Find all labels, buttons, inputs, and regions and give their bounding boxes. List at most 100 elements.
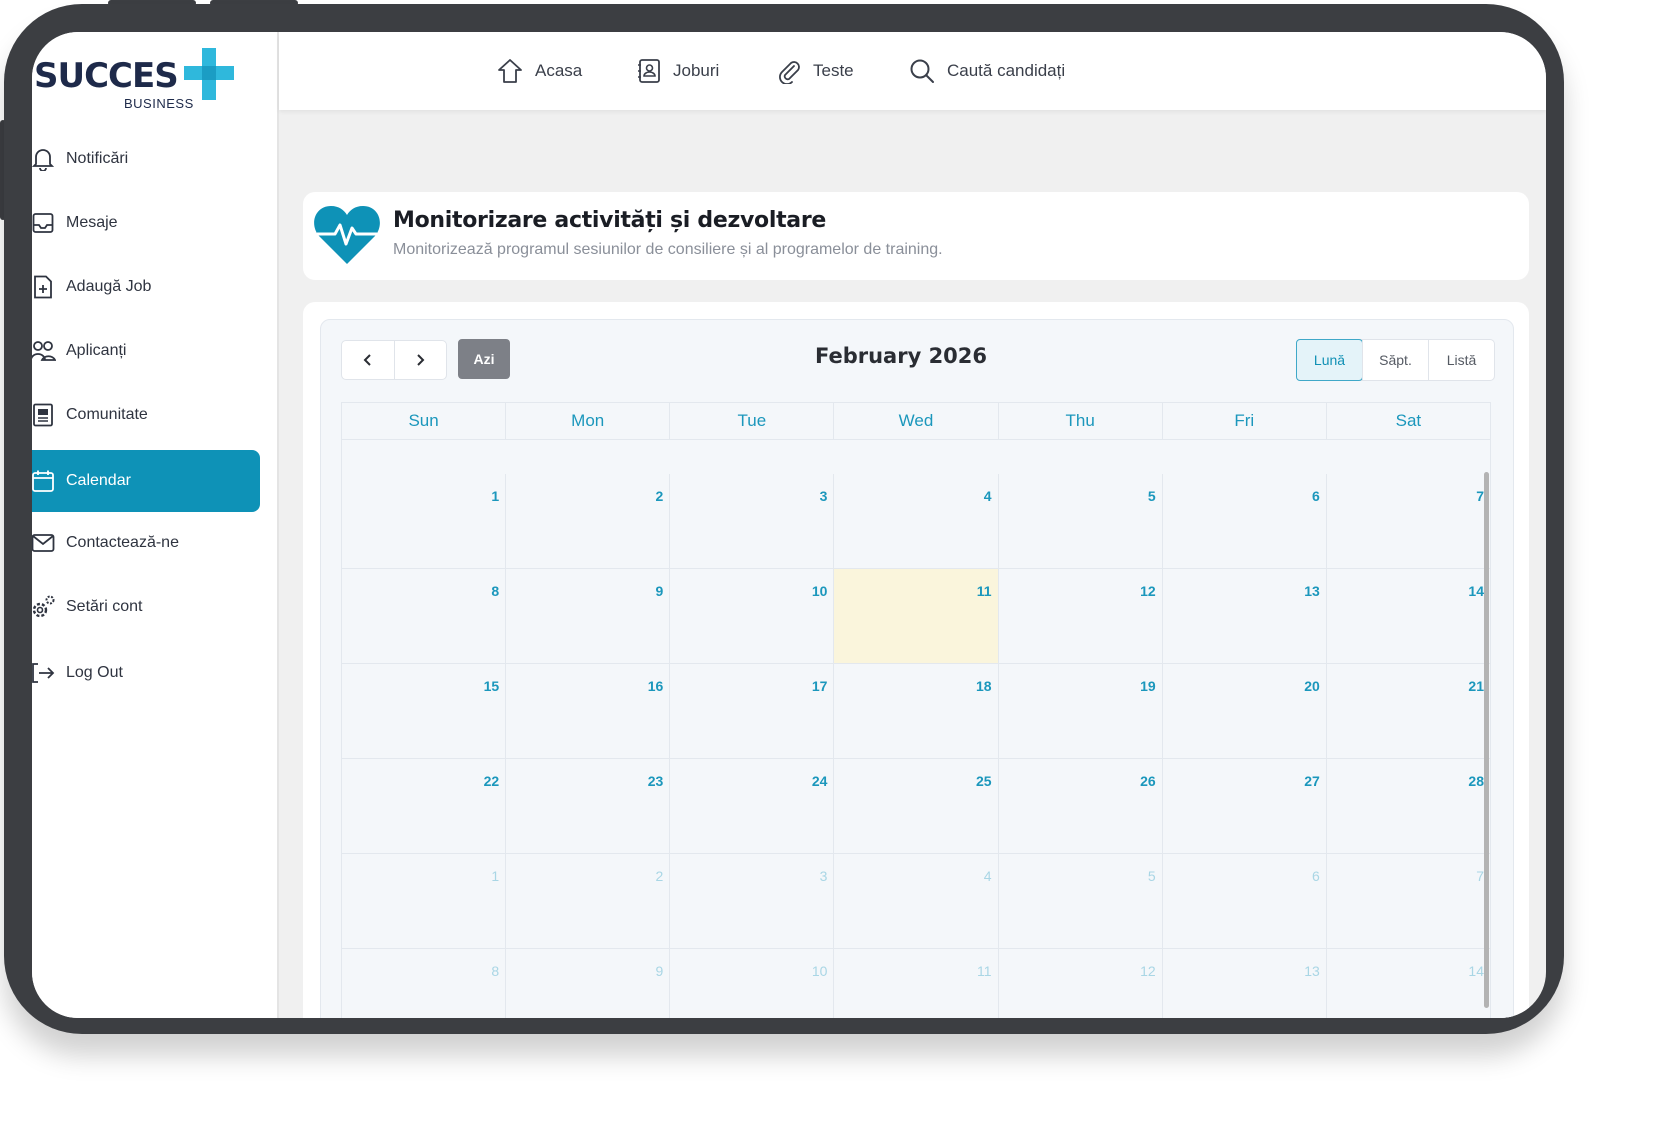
sidebar-item-contacteaza[interactable]: Contactează-ne [32, 512, 260, 574]
day-number[interactable]: 21 [1468, 678, 1484, 694]
day-number[interactable]: 25 [976, 773, 992, 789]
day-number[interactable]: 7 [1476, 868, 1484, 884]
day-number[interactable]: 11 [977, 583, 992, 599]
day-cell[interactable]: 8 [342, 569, 507, 663]
day-cell-today[interactable]: 11 [834, 569, 999, 663]
day-cell[interactable]: 5 [999, 474, 1163, 568]
next-month-button[interactable] [393, 341, 447, 379]
nav-joburi[interactable]: Joburi [637, 54, 719, 88]
day-number[interactable]: 24 [812, 773, 828, 789]
day-cell[interactable]: 23 [506, 759, 671, 853]
day-cell[interactable]: 6 [1163, 474, 1327, 568]
day-number[interactable]: 7 [1476, 488, 1484, 504]
day-cell[interactable]: 10 [670, 949, 835, 1018]
day-number[interactable]: 4 [984, 488, 992, 504]
day-number[interactable]: 18 [976, 678, 992, 694]
day-cell[interactable]: 1 [342, 854, 507, 948]
day-cell[interactable]: 19 [999, 664, 1163, 758]
day-cell[interactable]: 15 [342, 664, 507, 758]
grid-scrollbar[interactable] [1484, 472, 1489, 1008]
day-number[interactable]: 6 [1312, 488, 1320, 504]
day-cell[interactable]: 14 [1327, 569, 1491, 663]
sidebar-item-comunitate[interactable]: Comunitate [32, 384, 260, 446]
view-list-button[interactable]: Listă [1428, 340, 1494, 380]
day-cell[interactable]: 3 [670, 474, 835, 568]
day-number[interactable]: 28 [1468, 773, 1484, 789]
day-number[interactable]: 12 [1140, 583, 1156, 599]
day-cell[interactable]: 4 [834, 854, 999, 948]
sidebar-item-aplicanti[interactable]: Aplicanți [32, 320, 260, 382]
day-number[interactable]: 14 [1468, 583, 1484, 599]
sidebar-item-setari[interactable]: Setări cont [32, 576, 260, 638]
day-cell[interactable]: 5 [999, 854, 1163, 948]
day-cell[interactable]: 27 [1163, 759, 1327, 853]
day-cell[interactable]: 25 [834, 759, 999, 853]
day-number[interactable]: 5 [1148, 488, 1156, 504]
day-cell[interactable]: 11 [834, 949, 999, 1018]
day-cell[interactable]: 2 [506, 854, 671, 948]
day-cell[interactable]: 13 [1163, 569, 1327, 663]
day-cell[interactable]: 24 [670, 759, 835, 853]
day-number[interactable]: 2 [655, 488, 663, 504]
day-cell[interactable]: 16 [506, 664, 671, 758]
view-month-button[interactable]: Lună [1296, 339, 1363, 381]
nav-cauta-candidati[interactable]: Caută candidați [909, 54, 1065, 88]
day-cell[interactable]: 20 [1163, 664, 1327, 758]
day-cell[interactable]: 10 [670, 569, 835, 663]
day-cell[interactable]: 26 [999, 759, 1163, 853]
day-cell[interactable]: 12 [999, 949, 1163, 1018]
brand-logo[interactable]: SUCCES BUSINESS [34, 46, 244, 116]
day-cell[interactable]: 8 [342, 949, 507, 1018]
day-cell[interactable]: 3 [670, 854, 835, 948]
sidebar-item-logout[interactable]: Log Out [32, 642, 260, 704]
nav-acasa[interactable]: Acasa [497, 54, 582, 88]
prev-month-button[interactable] [342, 341, 394, 379]
day-number[interactable]: 5 [1148, 868, 1156, 884]
nav-teste[interactable]: Teste [777, 54, 854, 88]
day-number[interactable]: 9 [655, 583, 663, 599]
view-week-button[interactable]: Săpt. [1362, 340, 1428, 380]
day-number[interactable]: 20 [1304, 678, 1320, 694]
sidebar-item-calendar[interactable]: Calendar [32, 450, 260, 512]
day-cell[interactable]: 28 [1327, 759, 1491, 853]
sidebar-item-mesaje[interactable]: Mesaje [32, 192, 260, 254]
day-cell[interactable]: 4 [834, 474, 999, 568]
today-button[interactable]: Azi [458, 339, 510, 379]
day-cell[interactable]: 7 [1327, 854, 1491, 948]
day-number[interactable]: 3 [820, 488, 828, 504]
day-cell[interactable]: 7 [1327, 474, 1491, 568]
day-number[interactable]: 26 [1140, 773, 1156, 789]
day-cell[interactable]: 1 [342, 474, 507, 568]
day-number[interactable]: 22 [484, 773, 500, 789]
day-number[interactable]: 17 [812, 678, 828, 694]
day-number[interactable]: 11 [977, 963, 992, 979]
day-number[interactable]: 13 [1304, 963, 1320, 979]
day-cell[interactable]: 6 [1163, 854, 1327, 948]
day-number[interactable]: 27 [1304, 773, 1320, 789]
day-number[interactable]: 1 [491, 868, 499, 884]
day-number[interactable]: 14 [1468, 963, 1484, 979]
day-cell[interactable]: 9 [506, 949, 671, 1018]
day-cell[interactable]: 13 [1163, 949, 1327, 1018]
day-cell[interactable]: 17 [670, 664, 835, 758]
day-cell[interactable]: 21 [1327, 664, 1491, 758]
day-number[interactable]: 13 [1304, 583, 1320, 599]
day-number[interactable]: 3 [820, 868, 828, 884]
day-number[interactable]: 15 [484, 678, 500, 694]
sidebar-item-adauga-job[interactable]: Adaugă Job [32, 256, 260, 318]
day-number[interactable]: 12 [1140, 963, 1156, 979]
day-number[interactable]: 8 [491, 583, 499, 599]
day-number[interactable]: 19 [1140, 678, 1156, 694]
day-cell[interactable]: 18 [834, 664, 999, 758]
day-cell[interactable]: 12 [999, 569, 1163, 663]
day-number[interactable]: 9 [655, 963, 663, 979]
day-number[interactable]: 10 [812, 583, 828, 599]
day-cell[interactable]: 2 [506, 474, 671, 568]
day-number[interactable]: 4 [984, 868, 992, 884]
day-number[interactable]: 10 [812, 963, 828, 979]
day-number[interactable]: 6 [1312, 868, 1320, 884]
day-number[interactable]: 1 [491, 488, 499, 504]
day-cell[interactable]: 9 [506, 569, 671, 663]
day-number[interactable]: 2 [655, 868, 663, 884]
day-number[interactable]: 8 [491, 963, 499, 979]
